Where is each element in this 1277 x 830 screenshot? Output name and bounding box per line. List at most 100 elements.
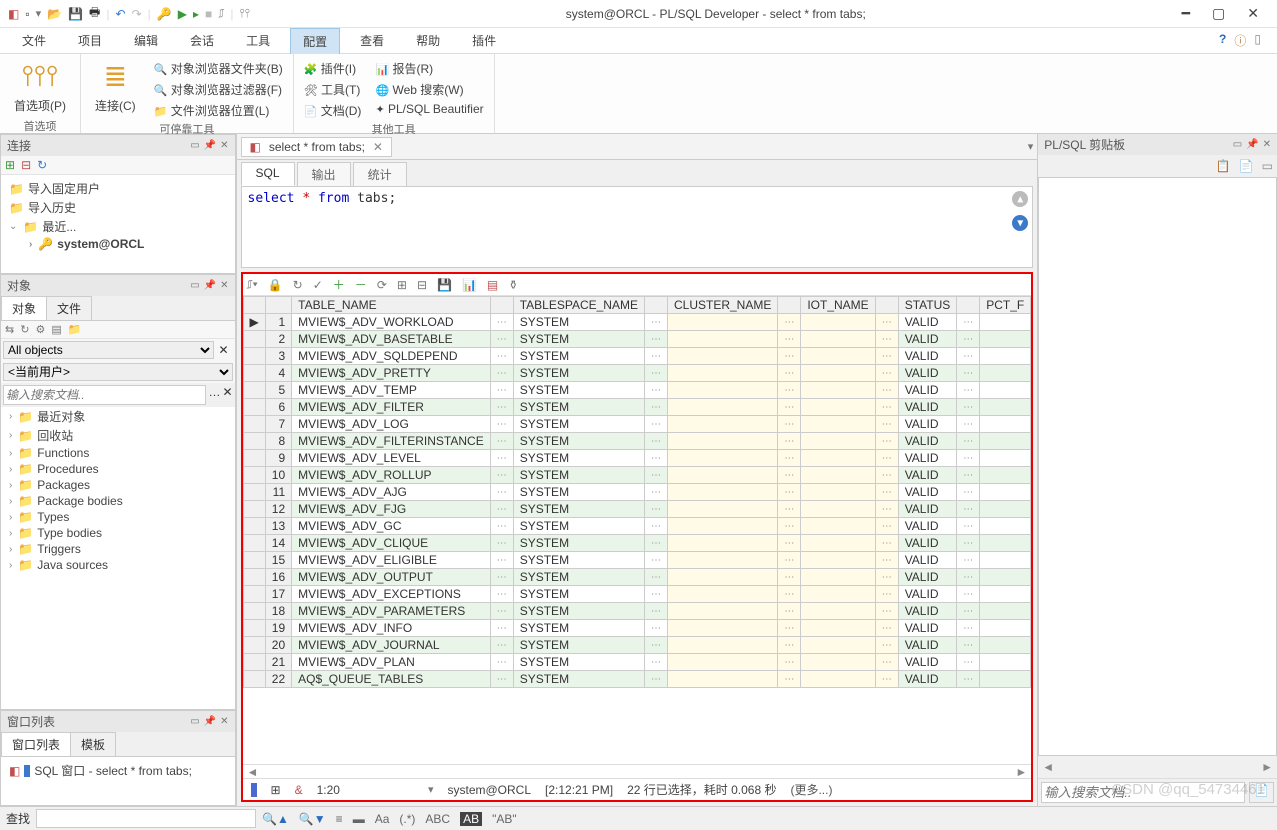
qa-open-icon[interactable]: 📂 <box>47 7 62 21</box>
cell-status[interactable]: VALID <box>898 348 957 365</box>
obj-list-item[interactable]: ›📁Packages <box>1 477 235 493</box>
cell-cluster[interactable] <box>667 467 777 484</box>
cell-pct[interactable] <box>980 467 1031 484</box>
row-pointer[interactable] <box>243 348 265 365</box>
subtab-output[interactable]: 输出 <box>297 162 351 186</box>
websearch-button[interactable]: 🌐 Web 搜索(W) <box>375 81 483 98</box>
pin-icon[interactable]: 📌 <box>1246 139 1258 150</box>
row-pointer[interactable] <box>243 671 265 688</box>
cell-iot[interactable] <box>801 416 875 433</box>
beautifier-button[interactable]: ✦ PL/SQL Beautifier <box>375 102 483 116</box>
cell-iot[interactable] <box>801 620 875 637</box>
cell-pct[interactable] <box>980 637 1031 654</box>
cell-pct[interactable] <box>980 433 1031 450</box>
rt-icon[interactable]: ⎎▾ <box>247 277 258 292</box>
cell-cluster[interactable] <box>667 382 777 399</box>
cell-tablespace[interactable]: SYSTEM <box>513 314 644 331</box>
obj-search-input[interactable] <box>3 385 206 405</box>
dock-icon[interactable]: ▭ <box>190 140 199 151</box>
cell-cluster[interactable] <box>667 569 777 586</box>
row-pointer[interactable] <box>243 535 265 552</box>
cell-iot[interactable] <box>801 535 875 552</box>
cell-cluster[interactable] <box>667 331 777 348</box>
rt-del-icon[interactable]: － <box>355 276 367 293</box>
status-drop-icon[interactable]: ▾ <box>428 783 434 796</box>
cell-status[interactable]: VALID <box>898 450 957 467</box>
tree-recent[interactable]: ⌄📁最近... <box>9 217 227 236</box>
obj-tab-objects[interactable]: 对象 <box>1 296 47 320</box>
row-pointer[interactable] <box>243 331 265 348</box>
dock-icon[interactable]: ▭ <box>190 280 199 291</box>
qa-sliders-icon[interactable]: ⫯⫯ <box>239 6 249 21</box>
cell-pct[interactable] <box>980 586 1031 603</box>
col-header[interactable]: IOT_NAME <box>801 297 875 314</box>
obj-list-item[interactable]: ›📁Java sources <box>1 557 235 573</box>
cell-cluster[interactable] <box>667 399 777 416</box>
qa-undo-icon[interactable]: ↶ <box>116 7 126 21</box>
cell-status[interactable]: VALID <box>898 671 957 688</box>
row-pointer[interactable] <box>243 433 265 450</box>
row-pointer[interactable] <box>243 569 265 586</box>
cell-tablename[interactable]: MVIEW$_ADV_BASETABLE <box>292 331 491 348</box>
cell-iot[interactable] <box>801 331 875 348</box>
find-prev-icon[interactable]: 🔍▲ <box>262 812 289 826</box>
obj-tb-icon[interactable]: ⇆ <box>5 323 14 336</box>
cell-tablespace[interactable]: SYSTEM <box>513 518 644 535</box>
tb-refresh-icon[interactable]: ↻ <box>37 158 47 172</box>
file-browser-loc-button[interactable]: 📁 文件浏览器位置(L) <box>154 102 283 119</box>
dock-icon[interactable]: ▭ <box>190 716 199 727</box>
cell-tablename[interactable]: MVIEW$_ADV_LOG <box>292 416 491 433</box>
cell-tablespace[interactable]: SYSTEM <box>513 348 644 365</box>
cell-cluster[interactable] <box>667 654 777 671</box>
pin-icon[interactable]: 📌 <box>204 140 216 151</box>
cell-cluster[interactable] <box>667 620 777 637</box>
nav-down-icon[interactable]: ▼ <box>1012 215 1028 231</box>
cell-cluster[interactable] <box>667 518 777 535</box>
col-header[interactable]: STATUS <box>898 297 957 314</box>
cell-status[interactable]: VALID <box>898 331 957 348</box>
cell-status[interactable]: VALID <box>898 637 957 654</box>
cell-iot[interactable] <box>801 348 875 365</box>
row-pointer[interactable] <box>243 484 265 501</box>
winlist-tab-windows[interactable]: 窗口列表 <box>1 732 71 756</box>
find-input[interactable] <box>36 809 256 828</box>
current-user-select[interactable]: <当前用户> <box>3 363 233 381</box>
qa-new-icon[interactable]: ▫ <box>25 7 29 21</box>
row-pointer[interactable] <box>243 637 265 654</box>
cell-status[interactable]: VALID <box>898 382 957 399</box>
obj-list-item[interactable]: ›📁Type bodies <box>1 525 235 541</box>
obj-list-item[interactable]: ›📁Procedures <box>1 461 235 477</box>
cell-tablespace[interactable]: SYSTEM <box>513 654 644 671</box>
qa-save-icon[interactable]: 💾 <box>68 7 83 21</box>
cell-pct[interactable] <box>980 365 1031 382</box>
col-header[interactable]: CLUSTER_NAME <box>667 297 777 314</box>
row-pointer[interactable] <box>243 603 265 620</box>
cell-tablespace[interactable]: SYSTEM <box>513 671 644 688</box>
row-pointer[interactable] <box>243 365 265 382</box>
qa-key-icon[interactable]: 🔑 <box>157 7 172 21</box>
cell-cluster[interactable] <box>667 348 777 365</box>
cell-status[interactable]: VALID <box>898 484 957 501</box>
row-pointer[interactable] <box>243 382 265 399</box>
cell-cluster[interactable] <box>667 501 777 518</box>
sql-editor[interactable]: select * from tabs; ▲ ▼ <box>241 186 1034 268</box>
row-pointer[interactable]: ▶ <box>243 314 265 331</box>
cell-tablename[interactable]: MVIEW$_ADV_WORKLOAD <box>292 314 491 331</box>
cell-iot[interactable] <box>801 586 875 603</box>
find-case-icon[interactable]: Aa <box>375 812 390 826</box>
cell-tablename[interactable]: MVIEW$_ADV_FILTERINSTANCE <box>292 433 491 450</box>
cell-status[interactable]: VALID <box>898 399 957 416</box>
cell-status[interactable]: VALID <box>898 620 957 637</box>
plugin-button[interactable]: 🧩 插件(I) <box>304 60 362 77</box>
cell-pct[interactable] <box>980 535 1031 552</box>
info-icon[interactable]: ⓘ <box>1234 32 1246 49</box>
hscroll-right-icon[interactable]: ► <box>1015 765 1027 778</box>
cell-pct[interactable] <box>980 518 1031 535</box>
close-panel-icon[interactable]: ✕ <box>220 140 228 151</box>
tree-import-history[interactable]: 📁导入历史 <box>9 198 227 217</box>
cell-status[interactable]: VALID <box>898 501 957 518</box>
rt-add-icon[interactable]: ＋ <box>333 276 345 293</box>
qa-runscript-icon[interactable]: ▸ <box>193 7 199 21</box>
find-abc-icon[interactable]: ABC <box>425 812 450 826</box>
cell-tablename[interactable]: MVIEW$_ADV_EXCEPTIONS <box>292 586 491 603</box>
